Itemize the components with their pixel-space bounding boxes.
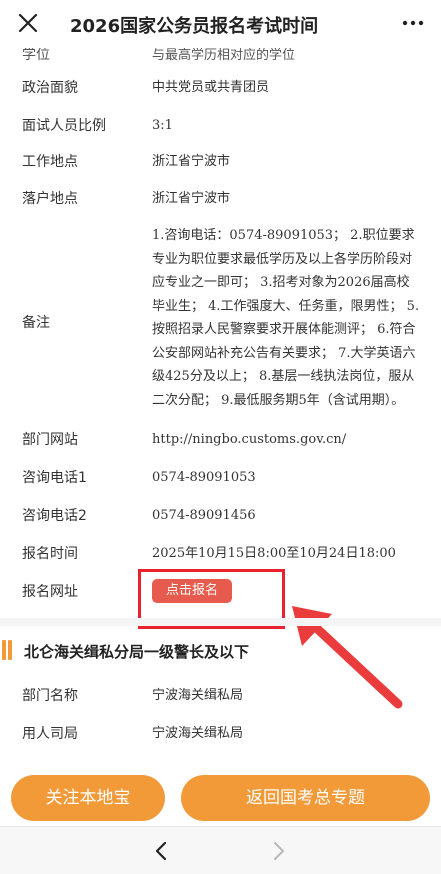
row-label: 面试人员比例 xyxy=(22,118,106,134)
row-label: 落户地点 xyxy=(22,191,78,207)
row-label: 报名网址 xyxy=(22,584,78,600)
chevron-right-icon[interactable] xyxy=(266,839,290,863)
row-value: 浙江省宁波市 xyxy=(152,154,231,169)
section-header: 北仑海关缉私分局一级警长及以下 xyxy=(0,639,441,661)
page-title: 2026国家公务员报名考试时间 xyxy=(70,16,319,37)
back-to-topic-button[interactable]: 返回国考总专题 xyxy=(181,775,430,821)
section-marker xyxy=(8,640,12,660)
more-icon[interactable] xyxy=(401,11,425,35)
row-label: 备注 xyxy=(22,315,50,331)
top-bar: 2026国家公务员报名考试时间 xyxy=(0,0,441,48)
section-marker xyxy=(2,640,6,660)
section-divider xyxy=(0,618,441,626)
phone-link[interactable]: 0574-89091053 xyxy=(152,467,422,489)
follow-button[interactable]: 关注本地宝 xyxy=(11,775,165,821)
row-value: 宁波海关缉私局 xyxy=(152,726,244,741)
row-label: 咨询电话1 xyxy=(22,470,87,486)
phone-link[interactable]: 0574-89091456 xyxy=(152,505,422,527)
browser-nav-bar xyxy=(0,826,441,874)
section-title: 北仑海关缉私分局一级警长及以下 xyxy=(24,643,250,661)
row-label: 部门名称 xyxy=(22,688,78,704)
row-value: 3:1 xyxy=(152,118,173,133)
row-value: 宁波海关缉私局 xyxy=(152,688,244,703)
page-content[interactable]: 学位 与最高学历相对应的学位 政治面貌 中共党员或共青团员 面试人员比例 3:1… xyxy=(0,40,441,770)
row-value: 2025年10月15日8:00至10月24日18:00 xyxy=(152,546,396,561)
row-label: 咨询电话2 xyxy=(22,508,87,524)
row-label: 部门网站 xyxy=(22,432,78,448)
row-label: 工作地点 xyxy=(22,154,78,170)
row-value: 中共党员或共青团员 xyxy=(152,80,270,95)
row-value: 1.咨询电话：0574-89091053； 2.职位要求专业为职位要求最低学历及… xyxy=(152,228,420,408)
row-label: 政治面貌 xyxy=(22,80,78,96)
row-label: 报名时间 xyxy=(22,546,78,562)
website-link[interactable]: http://ningbo.customs.gov.cn/ xyxy=(152,429,422,451)
bottom-action-bar: 关注本地宝 返回国考总专题 xyxy=(0,770,441,826)
row-label: 用人司局 xyxy=(22,726,78,742)
close-icon[interactable] xyxy=(16,11,40,35)
row-value: 浙江省宁波市 xyxy=(152,191,231,206)
chevron-left-icon[interactable] xyxy=(150,839,174,863)
